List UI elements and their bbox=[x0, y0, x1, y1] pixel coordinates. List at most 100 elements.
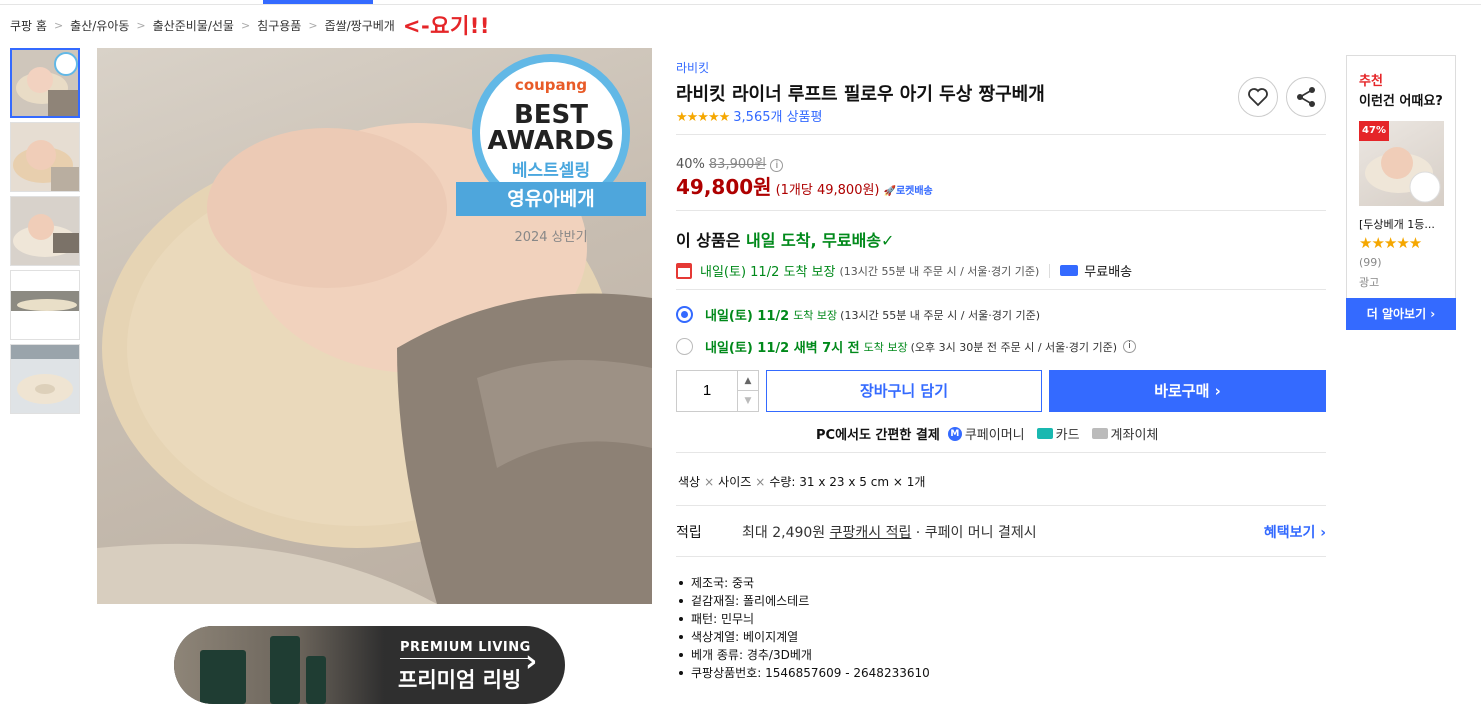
thumbnail-1[interactable] bbox=[10, 48, 80, 118]
chevron-right-icon: > bbox=[136, 18, 146, 32]
rocket-delivery-badge: 🚀로켓배송 bbox=[883, 186, 933, 197]
rating[interactable]: ★★★★★ 3,565개 상품평 bbox=[676, 106, 822, 125]
benefits-link[interactable]: 혜택보기 › bbox=[1264, 522, 1326, 542]
option-guarantee: 도착 보장 bbox=[793, 308, 838, 322]
bank-icon bbox=[1091, 428, 1108, 439]
badge-title: BEST AWARDS bbox=[480, 102, 622, 154]
coupang-cash-link[interactable]: 쿠팡캐시 적립 bbox=[830, 525, 912, 541]
radio-unselected[interactable] bbox=[676, 338, 693, 355]
quantity-input[interactable] bbox=[677, 371, 737, 411]
decrease-button[interactable]: ▼ bbox=[737, 391, 758, 411]
recommend-product-name[interactable]: [두상베개 1등... bbox=[1359, 216, 1435, 232]
recommendation-panel: 추천 이런건 어때요? 47% [두상베개 1등... ★★★★★ (99) 광… bbox=[1346, 55, 1456, 330]
product-title: 라비킷 라이너 루프트 필로우 아기 두상 짱구베개 bbox=[676, 84, 1045, 105]
arrival-highlight: 내일 도착, 무료배송 bbox=[746, 231, 882, 250]
ad-label: 광고 bbox=[1359, 276, 1380, 289]
quantity-stepper[interactable]: ▲ ▼ bbox=[676, 370, 759, 412]
breadcrumb-item[interactable]: 출산준비물/선물 bbox=[153, 17, 234, 34]
recommend-heading: 추천 bbox=[1359, 74, 1383, 89]
times-icon: × bbox=[755, 475, 766, 489]
info-icon[interactable]: i bbox=[1123, 340, 1137, 353]
thumbnail-5[interactable] bbox=[10, 344, 80, 414]
discount-row: 40% 83,900원 i bbox=[676, 153, 784, 172]
thumbnail-4[interactable] bbox=[10, 270, 80, 340]
recommend-subheading: 이런건 어때요? bbox=[1359, 94, 1443, 109]
spec-item: 색상계열: 베이지계열 bbox=[676, 628, 930, 646]
chevron-right-icon: > bbox=[308, 18, 318, 32]
review-count[interactable]: 3,565개 상품평 bbox=[733, 110, 822, 125]
spec-item: 베개 종류: 경추/3D베개 bbox=[676, 646, 930, 664]
breadcrumb-item[interactable]: 침구용품 bbox=[257, 17, 301, 34]
banner-bin-1 bbox=[200, 650, 246, 704]
payment-methods: PC에서도 간편한 결제 M 쿠페이머니 카드 계좌이체 bbox=[816, 424, 1170, 443]
breadcrumb-item[interactable]: 좁쌀/짱구베개 bbox=[325, 17, 395, 34]
chevron-right-icon: › bbox=[525, 644, 538, 679]
spec-item: 패턴: 민무늬 bbox=[676, 610, 930, 628]
spec-item: 제조국: 중국 bbox=[676, 574, 930, 592]
banner-bin-2 bbox=[270, 636, 300, 704]
star-rating-icon: ★★★★★ bbox=[676, 110, 730, 125]
delivery-row: 내일(토) 11/2 도착 보장 (13시간 55분 내 주문 시 / 서울·경… bbox=[676, 261, 1132, 280]
buy-now-button[interactable]: 바로구매 › bbox=[1049, 370, 1326, 412]
thumbnail-list bbox=[10, 48, 82, 418]
divider bbox=[676, 452, 1326, 453]
option-qty-label: 수량: bbox=[769, 475, 796, 489]
free-shipping: 무료배송 bbox=[1084, 265, 1133, 280]
payment-method-label: 쿠페이머니 bbox=[964, 428, 1025, 443]
share-icon bbox=[1297, 87, 1315, 107]
reward-suffix: · 쿠페이 머니 결제시 bbox=[911, 525, 1037, 541]
thumbnail-3[interactable] bbox=[10, 196, 80, 266]
star-rating-icon: ★★★★★ bbox=[1359, 234, 1422, 252]
option-condition: (13시간 55분 내 주문 시 / 서울·경기 기준) bbox=[840, 308, 1040, 322]
price-row: 49,800원 (1개당 49,800원) 🚀로켓배송 bbox=[676, 171, 933, 200]
breadcrumb-item[interactable]: 출산/유아동 bbox=[70, 17, 129, 34]
active-nav-indicator bbox=[263, 0, 373, 4]
unit-price: (1개당 49,800원) bbox=[775, 183, 880, 198]
learn-more-button[interactable]: 더 알아보기 › bbox=[1346, 298, 1456, 330]
share-button[interactable] bbox=[1286, 77, 1326, 117]
spec-item: 겉감재질: 폴리에스테르 bbox=[676, 592, 930, 610]
check-icon: ✓ bbox=[881, 231, 895, 250]
increase-button[interactable]: ▲ bbox=[737, 371, 758, 391]
add-to-cart-button[interactable]: 장바구니 담기 bbox=[766, 370, 1042, 412]
wishlist-button[interactable] bbox=[1238, 77, 1278, 117]
payment-label: PC에서도 간편한 결제 bbox=[816, 428, 940, 443]
discount-badge: 47% bbox=[1359, 121, 1389, 141]
option-color: 색상 bbox=[678, 475, 701, 489]
divider bbox=[1049, 263, 1051, 278]
option-guarantee: 도착 보장 bbox=[863, 340, 908, 354]
payment-coupay[interactable]: M 쿠페이머니 bbox=[947, 424, 1025, 443]
option-date: 내일(토) 11/2 새벽 7시 전 bbox=[705, 341, 860, 356]
divider bbox=[676, 210, 1326, 211]
divider bbox=[676, 505, 1326, 506]
payment-method-label: 카드 bbox=[1055, 428, 1080, 443]
reward-text: 최대 2,490원 쿠팡캐시 적립 · 쿠페이 머니 결제시 bbox=[742, 522, 1037, 542]
premium-living-banner[interactable]: PREMIUM LIVING 프리미엄 리빙 › bbox=[174, 626, 565, 704]
heart-icon bbox=[1248, 88, 1268, 107]
chevron-right-icon: > bbox=[240, 18, 251, 32]
radio-selected[interactable] bbox=[676, 306, 693, 323]
annotation-note: <-요기!! bbox=[402, 14, 490, 38]
original-price: 83,900원 bbox=[708, 157, 767, 172]
badge-brand: coupang bbox=[514, 76, 588, 94]
reward-label: 적립 bbox=[676, 525, 702, 541]
payment-bank[interactable]: 계좌이체 bbox=[1091, 424, 1158, 443]
main-product-image[interactable]: coupang BEST AWARDS 베스트셀링 영유아베개 2024 상반기 bbox=[97, 48, 652, 604]
recommend-review-count: (99) bbox=[1359, 256, 1382, 269]
arrival-condition: (13시간 55분 내 주문 시 / 서울·경기 기준) bbox=[839, 264, 1040, 278]
banner-subtitle: 프리미엄 리빙 bbox=[398, 668, 522, 692]
brand-link[interactable]: 라비킷 bbox=[676, 59, 709, 76]
coupay-icon: M bbox=[947, 426, 962, 441]
delivery-option-1[interactable]: 내일(토) 11/2 도착 보장 (13시간 55분 내 주문 시 / 서울·경… bbox=[676, 305, 1040, 324]
calendar-icon bbox=[676, 262, 692, 279]
best-awards-badge: coupang BEST AWARDS 베스트셀링 영유아베개 2024 상반기 bbox=[456, 54, 646, 264]
delivery-option-2[interactable]: 내일(토) 11/2 새벽 7시 전 도착 보장 (오후 3시 30분 전 주문… bbox=[676, 337, 1137, 356]
payment-card[interactable]: 카드 bbox=[1036, 424, 1080, 443]
option-size: 사이즈 bbox=[718, 475, 752, 489]
option-condition: (오후 3시 30분 전 주문 시 / 서울·경기 기준) bbox=[910, 340, 1118, 354]
thumbnail-2[interactable] bbox=[10, 122, 80, 192]
breadcrumb-item[interactable]: 쿠팡 홈 bbox=[10, 17, 47, 34]
badge-line2: AWARDS bbox=[487, 126, 615, 156]
top-nav-line bbox=[0, 0, 1481, 5]
card-icon bbox=[1036, 428, 1053, 439]
